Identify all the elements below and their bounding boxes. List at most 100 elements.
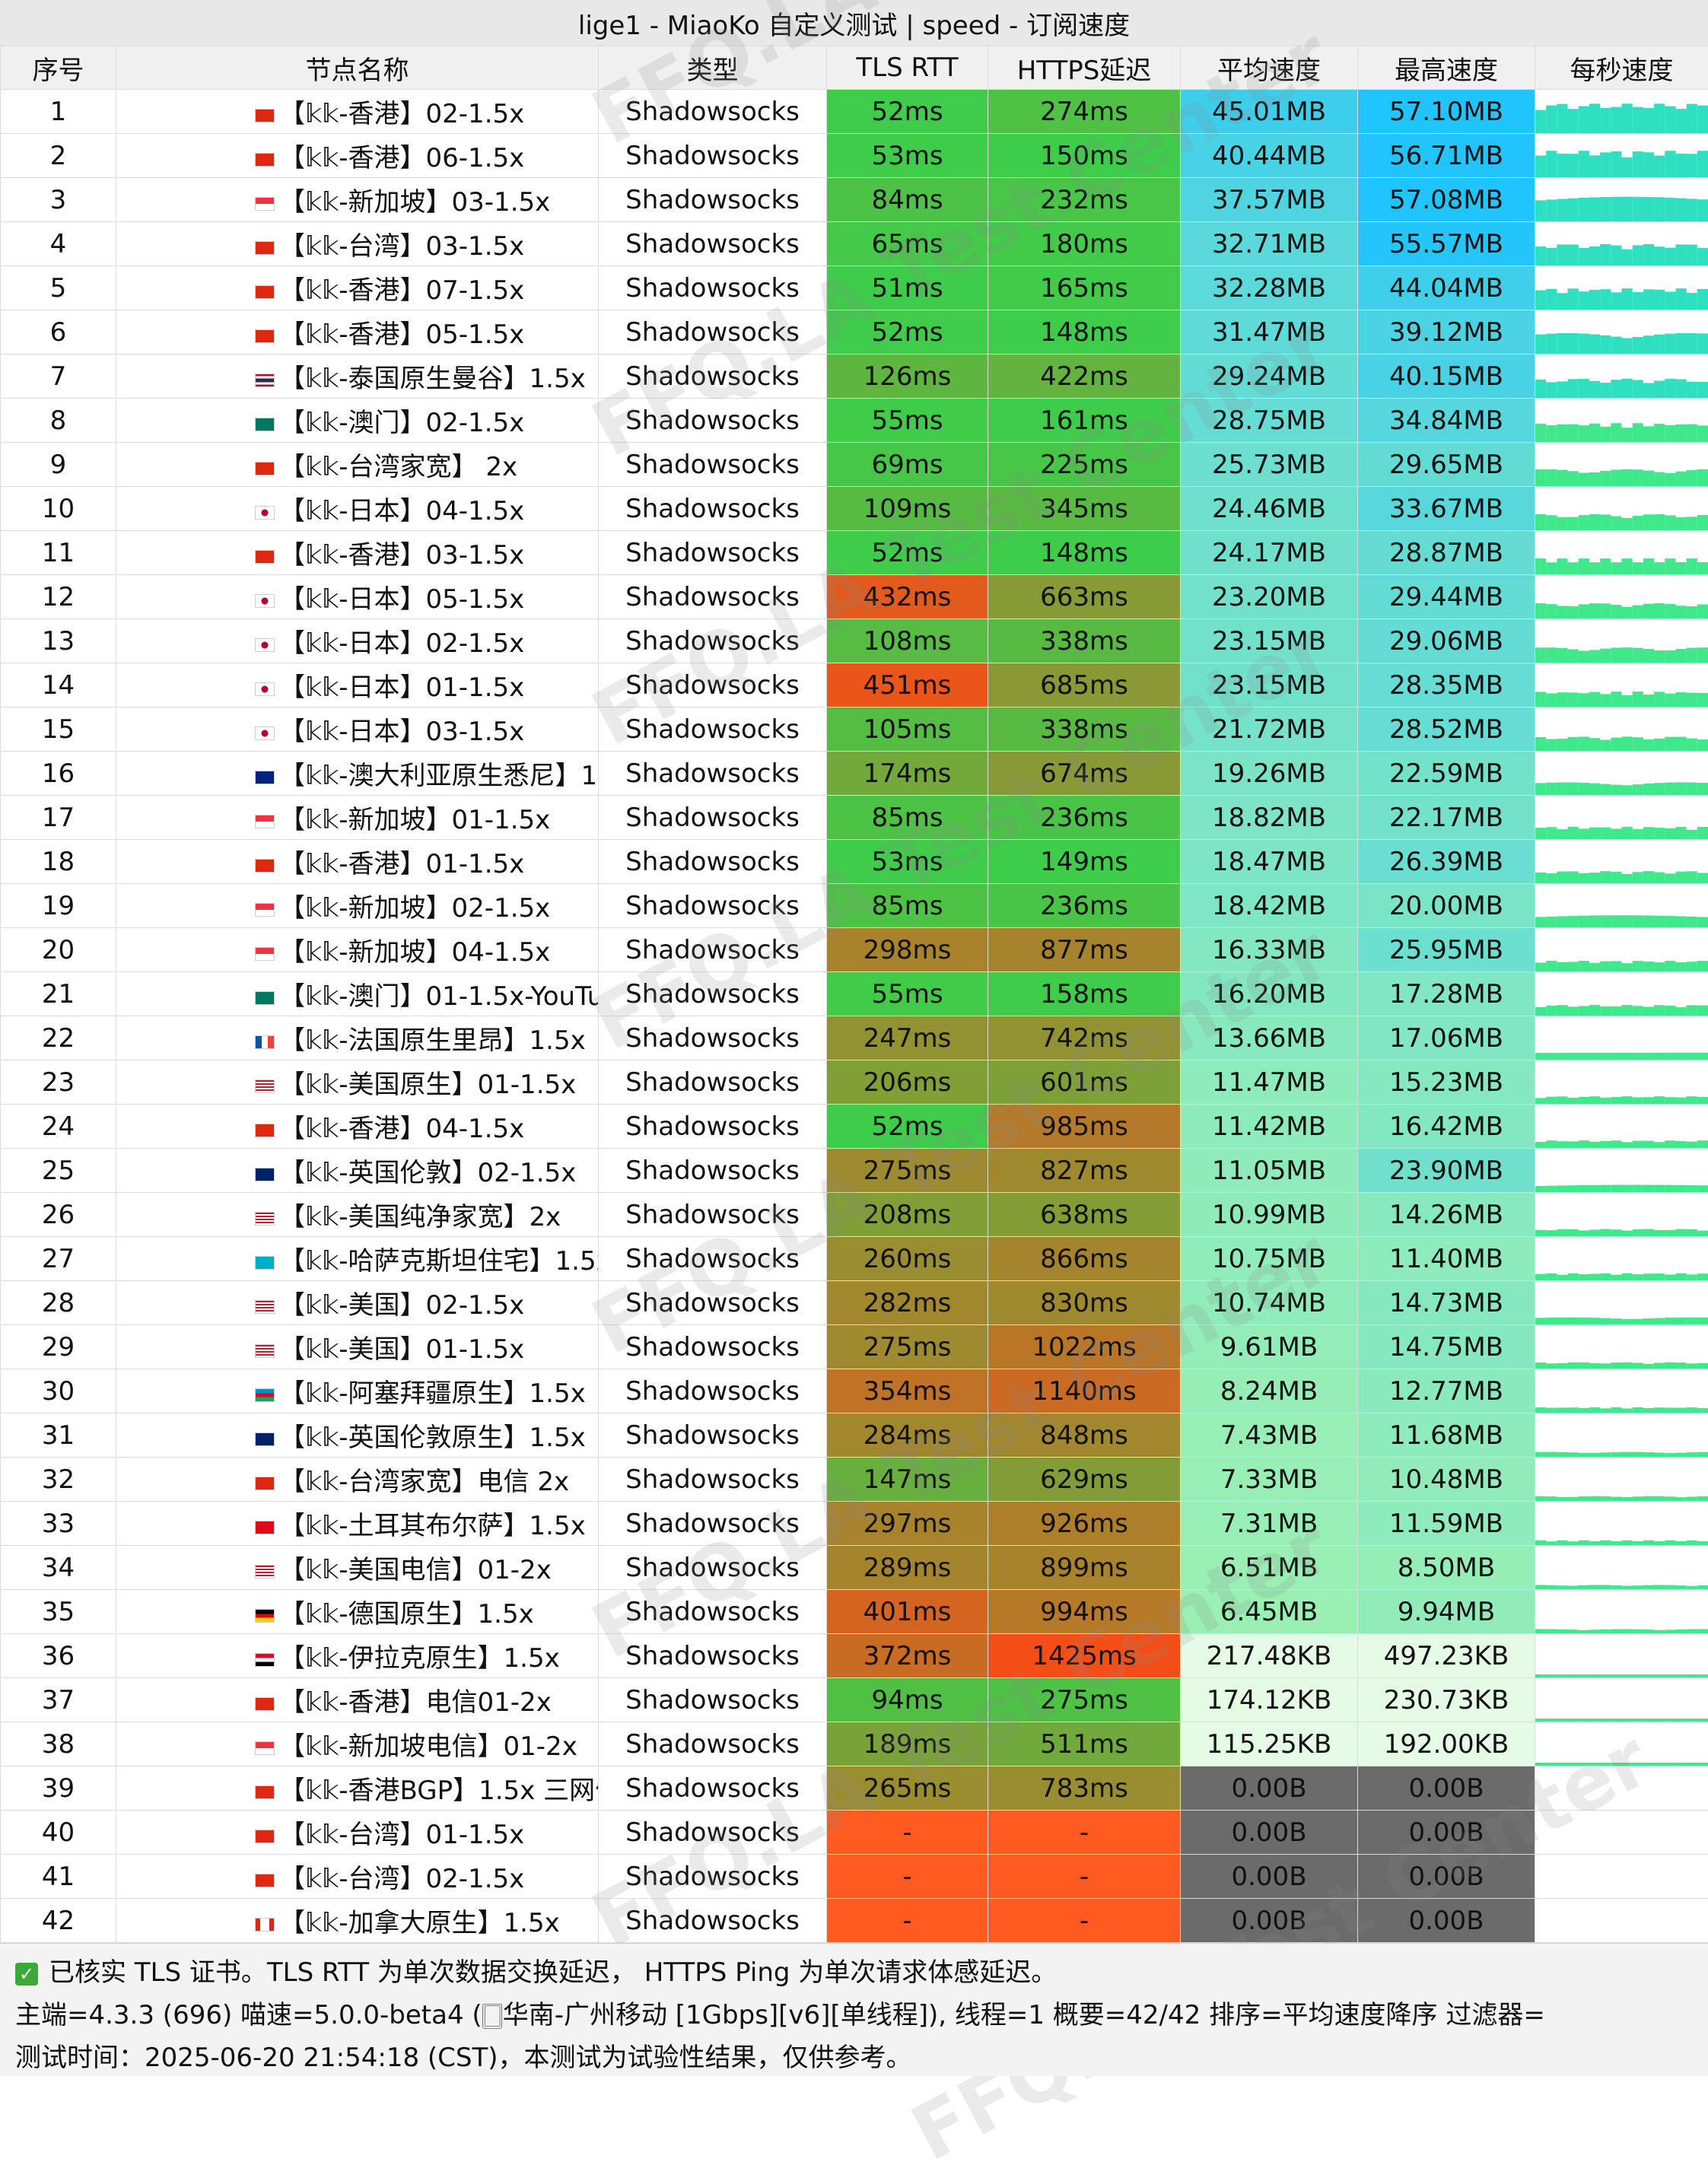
sparkline-bar <box>1633 961 1643 971</box>
table-row[interactable]: 41【𝕜𝕜-台湾】02-1.5xShadowsocks--0.00B0.00B <box>1 1855 1708 1899</box>
sparkline-bar <box>1675 1719 1686 1722</box>
max-speed-cell: 57.08MB <box>1358 178 1535 222</box>
https-latency-cell: - <box>988 1811 1181 1855</box>
table-row[interactable]: 38【𝕜𝕜-新加坡电信】01-2xShadowsocks189ms511ms11… <box>1 1722 1708 1766</box>
sparkline-bar <box>1687 1630 1697 1633</box>
table-row[interactable]: 29【𝕜𝕜-美国】01-1.5xShadowsocks275ms1022ms9.… <box>1 1325 1708 1369</box>
sparkline-bar <box>1535 1362 1546 1369</box>
column-header-tls-rtt[interactable]: TLS RTT <box>827 46 988 90</box>
table-row[interactable]: 4【𝕜𝕜-台湾】03-1.5xShadowsocks65ms180ms32.71… <box>1 222 1708 266</box>
column-header-https-latency[interactable]: HTTPS延迟 <box>988 46 1181 90</box>
sparkline-bar <box>1687 1229 1697 1236</box>
table-row[interactable]: 2【𝕜𝕜-香港】06-1.5xShadowsocks53ms150ms40.44… <box>1 134 1708 178</box>
table-row[interactable]: 33【𝕜𝕜-土耳其布尔萨】1.5xShadowsocks297ms926ms7.… <box>1 1502 1708 1546</box>
table-row[interactable]: 3【𝕜𝕜-新加坡】03-1.5xShadowsocks84ms232ms37.5… <box>1 178 1708 222</box>
table-row[interactable]: 32【𝕜𝕜-台湾家宽】电信 2xShadowsocks147ms629ms7.3… <box>1 1458 1708 1502</box>
table-row[interactable]: 10【𝕜𝕜-日本】04-1.5xShadowsocks109ms345ms24.… <box>1 487 1708 531</box>
table-row[interactable]: 24【𝕜𝕜-香港】04-1.5xShadowsocks52ms985ms11.4… <box>1 1105 1708 1149</box>
sparkline-bar <box>1665 1674 1675 1677</box>
sparkline-bar <box>1687 382 1697 398</box>
sparkline-bar <box>1675 1630 1686 1633</box>
index-cell: 4 <box>1 222 116 266</box>
sparkline-bar <box>1633 872 1643 883</box>
avg-speed-cell: 18.82MB <box>1181 796 1358 840</box>
sparkline-bar <box>1535 1007 1546 1016</box>
table-row[interactable]: 7【𝕜𝕜-泰国原生曼谷】1.5xShadowsocks126ms422ms29.… <box>1 355 1708 399</box>
sparkline-bar <box>1557 916 1567 927</box>
sparkline-bar <box>1611 517 1621 530</box>
sparkline-bar <box>1697 1763 1708 1766</box>
table-row[interactable]: 11【𝕜𝕜-香港】03-1.5xShadowsocks52ms148ms24.1… <box>1 531 1708 575</box>
table-row[interactable]: 25【𝕜𝕜-英国伦敦】02-1.5xShadowsocks275ms827ms1… <box>1 1149 1708 1193</box>
table-row[interactable]: 30【𝕜𝕜-阿塞拜疆原生】1.5xShadowsocks354ms1140ms8… <box>1 1369 1708 1413</box>
table-row[interactable]: 42【𝕜𝕜-加拿大原生】1.5xShadowsocks--0.00B0.00B <box>1 1899 1708 1943</box>
tls-rtt-cell: 126ms <box>827 355 988 399</box>
sparkline-bar <box>1611 423 1621 442</box>
table-row[interactable]: 9【𝕜𝕜-台湾家宽】 2xShadowsocks69ms225ms25.73MB… <box>1 443 1708 487</box>
table-row[interactable]: 20【𝕜𝕜-新加坡】04-1.5xShadowsocks298ms877ms16… <box>1 928 1708 972</box>
table-row[interactable]: 21【𝕜𝕜-澳门】01-1.5x-YouTube无广Shadowsocks55m… <box>1 972 1708 1016</box>
table-row[interactable]: 40【𝕜𝕜-台湾】01-1.5xShadowsocks--0.00B0.00B <box>1 1811 1708 1855</box>
node-name-text: 【𝕜𝕜-泰国原生曼谷】1.5x <box>279 364 586 394</box>
table-row[interactable]: 23【𝕜𝕜-美国原生】01-1.5xShadowsocks206ms601ms1… <box>1 1060 1708 1105</box>
https-latency-cell: 663ms <box>988 575 1181 619</box>
column-header-type[interactable]: 类型 <box>599 46 827 90</box>
sparkline-bar <box>1697 1585 1708 1589</box>
table-row[interactable]: 22【𝕜𝕜-法国原生里昂】1.5xShadowsocks247ms742ms13… <box>1 1016 1708 1060</box>
sparkline-bar <box>1675 379 1686 398</box>
table-row[interactable]: 26【𝕜𝕜-美国纯净家宽】2xShadowsocks208ms638ms10.9… <box>1 1193 1708 1237</box>
sparkline-bar <box>1611 1275 1621 1280</box>
table-row[interactable]: 35【𝕜𝕜-德国原生】1.5xShadowsocks401ms994ms6.45… <box>1 1590 1708 1634</box>
table-row[interactable]: 1【𝕜𝕜-香港】02-1.5xShadowsocks52ms274ms45.01… <box>1 90 1708 134</box>
sparkline-bar <box>1568 379 1579 398</box>
column-header-index[interactable]: 序号 <box>1 46 116 90</box>
sparkline-bar <box>1568 1719 1579 1722</box>
table-row[interactable]: 6【𝕜𝕜-香港】05-1.5xShadowsocks52ms148ms31.47… <box>1 310 1708 355</box>
sparkline-bar <box>1535 873 1546 883</box>
table-row[interactable]: 39【𝕜𝕜-香港BGP】1.5x 三网优化Shadowsocks265ms783… <box>1 1766 1708 1811</box>
sparkline-bar <box>1654 1362 1665 1369</box>
sparkline-bar <box>1675 1541 1686 1545</box>
sparkline-bar <box>1589 381 1600 398</box>
table-row[interactable]: 13【𝕜𝕜-日本】02-1.5xShadowsocks108ms338ms23.… <box>1 619 1708 663</box>
table-row[interactable]: 12【𝕜𝕜-日本】05-1.5xShadowsocks432ms663ms23.… <box>1 575 1708 619</box>
sparkline-bar <box>1546 106 1557 133</box>
table-row[interactable]: 31【𝕜𝕜-英国伦敦原生】1.5xShadowsocks284ms848ms7.… <box>1 1413 1708 1458</box>
column-header-per-second-speed[interactable]: 每秒速度 <box>1535 46 1708 90</box>
table-row[interactable]: 34【𝕜𝕜-美国电信】01-2xShadowsocks289ms899ms6.5… <box>1 1546 1708 1590</box>
sparkline-bar <box>1643 604 1654 618</box>
table-row[interactable]: 37【𝕜𝕜-香港】电信01-2xShadowsocks94ms275ms174.… <box>1 1678 1708 1722</box>
sparkline-bar <box>1633 245 1643 265</box>
sparkline-bar <box>1654 1452 1665 1457</box>
sparkline-bar <box>1535 1142 1546 1148</box>
max-speed-cell: 14.26MB <box>1358 1193 1535 1237</box>
tls-rtt-cell: 52ms <box>827 310 988 355</box>
table-row[interactable]: 18【𝕜𝕜-香港】01-1.5xShadowsocks53ms149ms18.4… <box>1 840 1708 884</box>
index-cell: 11 <box>1 531 116 575</box>
table-row[interactable]: 27【𝕜𝕜-哈萨克斯坦住宅】1.5xShadowsocks260ms866ms1… <box>1 1237 1708 1281</box>
table-row[interactable]: 14【𝕜𝕜-日本】01-1.5xShadowsocks451ms685ms23.… <box>1 663 1708 707</box>
sparkline-bar <box>1687 1674 1697 1677</box>
table-row[interactable]: 17【𝕜𝕜-新加坡】01-1.5xShadowsocks85ms236ms18.… <box>1 796 1708 840</box>
sparkline-bar <box>1600 1630 1611 1633</box>
max-speed-cell: 8.50MB <box>1358 1546 1535 1590</box>
sparkline-bar <box>1643 558 1654 574</box>
sparkline-bar <box>1697 1719 1708 1722</box>
table-row[interactable]: 28【𝕜𝕜-美国】02-1.5xShadowsocks282ms830ms10.… <box>1 1281 1708 1325</box>
sparkline-bar <box>1611 197 1621 221</box>
table-row[interactable]: 19【𝕜𝕜-新加坡】02-1.5xShadowsocks85ms236ms18.… <box>1 884 1708 928</box>
table-row[interactable]: 8【𝕜𝕜-澳门】02-1.5xShadowsocks55ms161ms28.75… <box>1 399 1708 443</box>
sparkline-bar <box>1589 1363 1600 1369</box>
column-header-node-name[interactable]: 节点名称 <box>116 46 599 90</box>
column-header-max-speed[interactable]: 最高速度 <box>1358 46 1535 90</box>
per-second-speed-sparkline <box>1535 90 1708 134</box>
index-cell: 20 <box>1 928 116 972</box>
table-row[interactable]: 15【𝕜𝕜-日本】03-1.5xShadowsocks105ms338ms21.… <box>1 707 1708 752</box>
table-row[interactable]: 16【𝕜𝕜-澳大利亚原生悉尼】1.5xShadowsocks174ms674ms… <box>1 752 1708 796</box>
table-row[interactable]: 36【𝕜𝕜-伊拉克原生】1.5xShadowsocks372ms1425ms21… <box>1 1634 1708 1678</box>
type-cell: Shadowsocks <box>599 1766 827 1811</box>
sparkline-bar <box>1579 1453 1589 1457</box>
sparkline-bar <box>1557 1674 1567 1677</box>
column-header-avg-speed[interactable]: 平均速度 <box>1181 46 1358 90</box>
table-row[interactable]: 5【𝕜𝕜-香港】07-1.5xShadowsocks51ms165ms32.28… <box>1 266 1708 310</box>
